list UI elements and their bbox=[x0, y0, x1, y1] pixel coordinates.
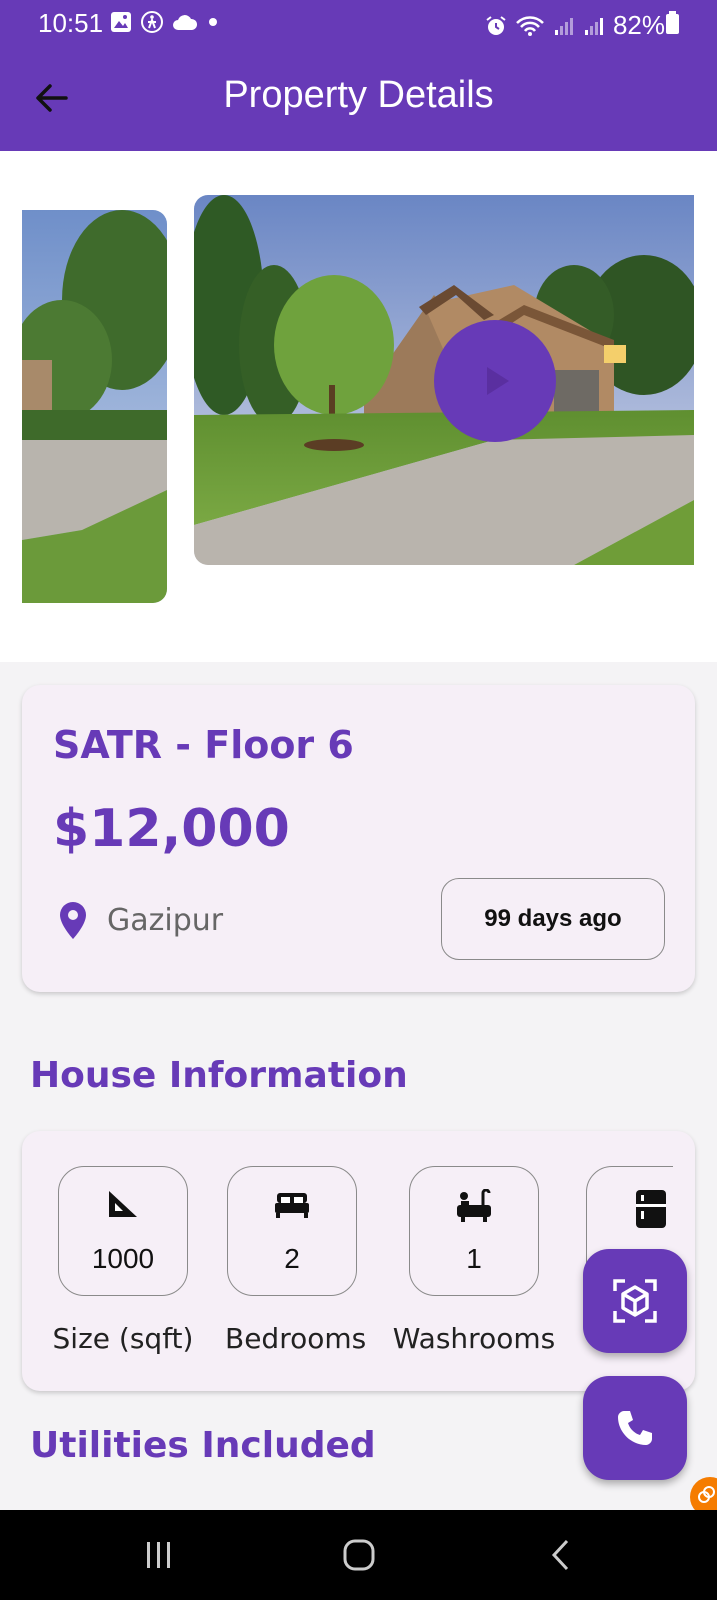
signal-icon bbox=[554, 17, 573, 35]
info-value-size: 1000 bbox=[91, 1243, 155, 1274]
page-title: Property Details bbox=[223, 74, 494, 116]
info-label-bedrooms: Bedrooms bbox=[225, 1322, 367, 1355]
cloud-icon bbox=[173, 15, 198, 30]
property-name: SATR - Floor 6 bbox=[53, 723, 354, 767]
info-value-bedrooms: 2 bbox=[284, 1243, 300, 1274]
dot-icon bbox=[209, 18, 217, 26]
carousel-image-main[interactable] bbox=[194, 195, 694, 565]
recent-apps-button[interactable] bbox=[134, 1530, 184, 1580]
chevron-left-icon bbox=[551, 1539, 569, 1571]
utilities-title: Utilities Included bbox=[30, 1425, 376, 1466]
play-icon bbox=[487, 367, 509, 395]
info-label-size: Size (sqft) bbox=[52, 1322, 194, 1355]
wifi-icon bbox=[516, 15, 544, 36]
image-carousel[interactable] bbox=[0, 151, 717, 662]
location-pin-icon bbox=[60, 902, 86, 939]
property-location: Gazipur bbox=[107, 903, 224, 938]
status-bar: 10:51 82% bbox=[0, 0, 717, 46]
system-nav-bar bbox=[0, 1510, 717, 1600]
property-price: $12,000 bbox=[53, 799, 290, 859]
call-button[interactable] bbox=[583, 1376, 687, 1480]
battery-icon bbox=[666, 11, 679, 34]
top-bar: 10:51 82% Property Details bbox=[0, 0, 717, 151]
info-value-washrooms: 1 bbox=[466, 1243, 482, 1274]
ar-view-button[interactable] bbox=[583, 1249, 687, 1353]
ruler-triangle-icon bbox=[109, 1191, 137, 1217]
signal-icon-2 bbox=[584, 17, 603, 35]
carousel-image-previous[interactable] bbox=[22, 210, 167, 603]
bathtub-icon bbox=[457, 1189, 491, 1222]
recent-apps-icon bbox=[147, 1542, 170, 1568]
ar-cube-icon bbox=[613, 1279, 657, 1323]
play-button[interactable] bbox=[434, 320, 556, 442]
phone-icon bbox=[618, 1411, 652, 1445]
info-item-washrooms: 1 Washrooms bbox=[384, 1166, 564, 1355]
app-bar: Property Details bbox=[0, 46, 717, 151]
info-item-bedrooms: 2 Bedrooms bbox=[225, 1166, 367, 1355]
info-item-size: 1000 Size (sqft) bbox=[52, 1166, 194, 1355]
link-icon bbox=[698, 1486, 715, 1503]
alarm-icon bbox=[486, 15, 506, 35]
info-label-washrooms: Washrooms bbox=[392, 1322, 556, 1355]
gallery-icon bbox=[111, 12, 131, 32]
bed-icon bbox=[275, 1193, 309, 1218]
accessibility-icon bbox=[141, 11, 163, 33]
back-button[interactable] bbox=[536, 1530, 586, 1580]
fridge-icon bbox=[636, 1190, 666, 1228]
posted-time-badge: 99 days ago bbox=[441, 878, 665, 960]
home-icon bbox=[343, 1539, 375, 1571]
property-summary-card: SATR - Floor 6 $12,000 Gazipur 99 days a… bbox=[22, 685, 695, 992]
status-time: 10:51 bbox=[38, 8, 104, 38]
home-button[interactable] bbox=[334, 1530, 384, 1580]
house-information-title: House Information bbox=[30, 1055, 408, 1096]
battery-text: 82% bbox=[612, 10, 665, 40]
